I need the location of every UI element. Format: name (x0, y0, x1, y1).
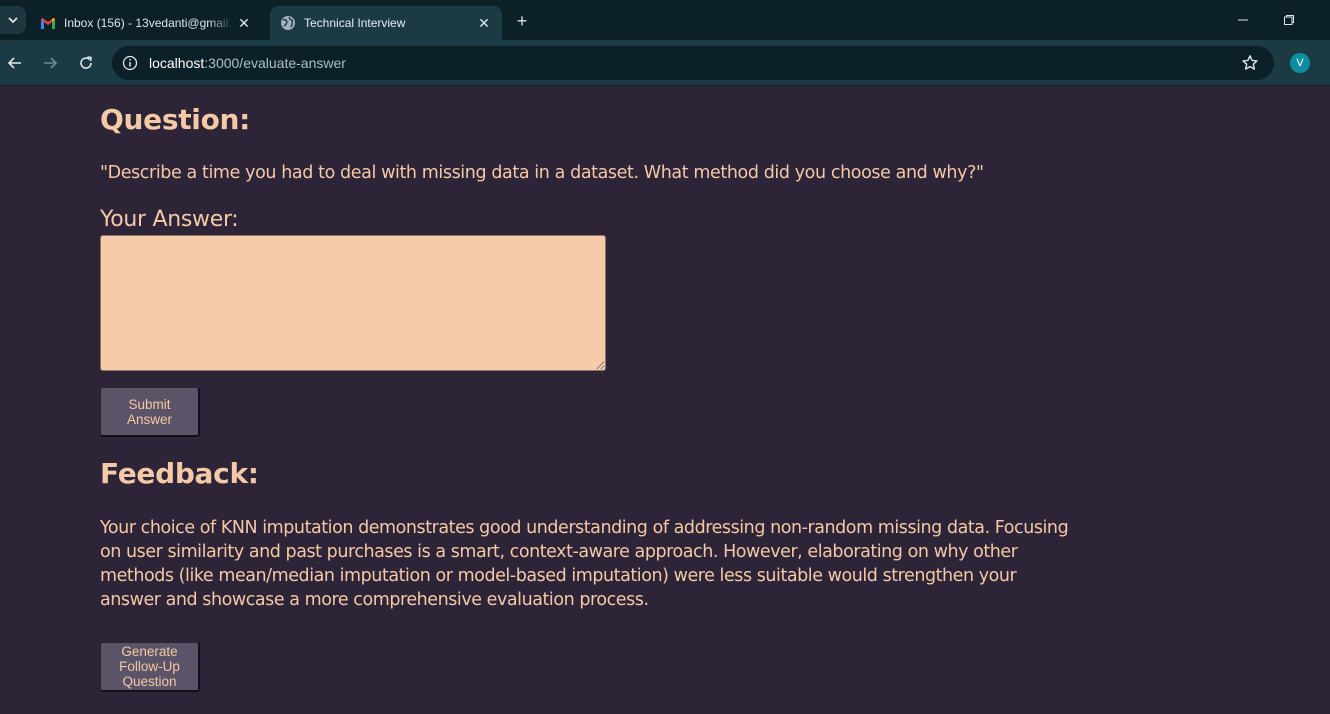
globe-icon (280, 15, 296, 31)
restore-icon[interactable] (1266, 8, 1312, 32)
submit-answer-button[interactable]: Submit Answer (100, 387, 200, 437)
address-path: :3000/evaluate-answer (204, 55, 346, 71)
feedback-heading: Feedback: (100, 457, 259, 490)
address-url: localhost:3000/evaluate-answer (149, 55, 1240, 71)
profile-avatar[interactable]: V (1290, 53, 1310, 73)
browser-tab-bar: Inbox (156) - 13vedanti@gmail.com ✕ Tech… (0, 0, 1330, 40)
tab-gmail-inbox[interactable]: Inbox (156) - 13vedanti@gmail.com ✕ (30, 6, 262, 40)
reload-icon[interactable] (74, 51, 98, 75)
answer-label: Your Answer: (100, 207, 239, 232)
feedback-text: Your choice of KNN imputation demonstrat… (100, 518, 1069, 610)
close-tab-icon[interactable]: ✕ (234, 13, 254, 33)
tab-title: Inbox (156) - 13vedanti@gmail.com (64, 16, 234, 30)
minimize-icon[interactable] (1220, 8, 1266, 32)
new-tab-icon[interactable]: + (510, 9, 534, 33)
chevron-down-icon (8, 17, 18, 24)
site-info-icon[interactable] (121, 54, 139, 72)
tab-search-button[interactable] (0, 6, 26, 34)
back-arrow-icon[interactable] (3, 51, 27, 75)
question-heading: Question: (100, 103, 251, 136)
address-bar[interactable]: localhost:3000/evaluate-answer (112, 46, 1274, 80)
close-tab-icon[interactable]: ✕ (474, 13, 494, 33)
gmail-icon (40, 15, 56, 31)
question-text: "Describe a time you had to deal with mi… (100, 163, 984, 183)
generate-follow-up-button[interactable]: Generate Follow-Up Question (100, 642, 200, 692)
browser-toolbar: localhost:3000/evaluate-answer V (0, 40, 1330, 86)
tab-title: Technical Interview (304, 16, 406, 30)
forward-arrow-icon[interactable] (38, 51, 62, 75)
answer-textarea[interactable] (100, 235, 606, 371)
bookmark-star-icon[interactable] (1240, 53, 1260, 73)
address-host: localhost (149, 55, 205, 71)
page-content: Question: "Describe a time you had to de… (0, 87, 1330, 714)
tab-technical-interview[interactable]: Technical Interview ✕ (270, 6, 502, 40)
